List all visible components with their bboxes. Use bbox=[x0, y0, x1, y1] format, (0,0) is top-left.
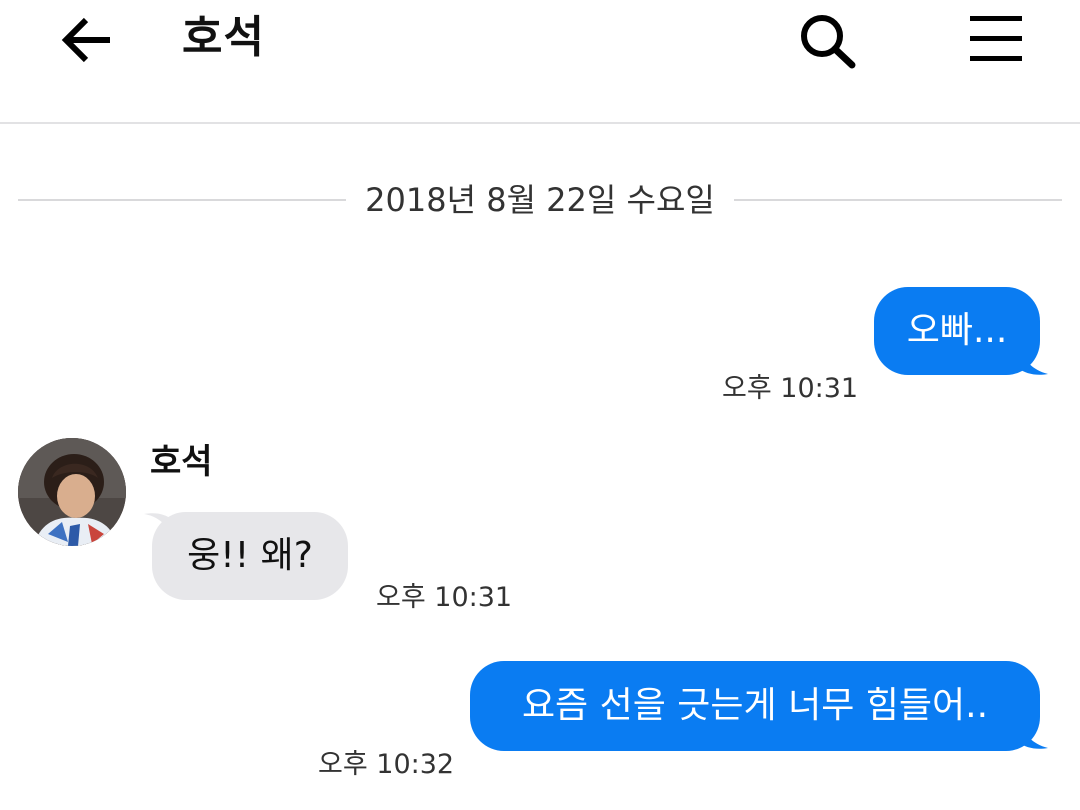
search-button[interactable] bbox=[796, 10, 860, 70]
message-text: 오빠... bbox=[906, 310, 1008, 351]
chat-header: 호석 bbox=[0, 0, 1080, 124]
menu-button[interactable] bbox=[964, 10, 1028, 70]
incoming-message-bubble[interactable]: 웅!! 왜? bbox=[152, 512, 348, 600]
message-time: 오후 10:32 bbox=[318, 749, 455, 780]
chat-screen: 호석 2018년 8월 22일 수요일 오빠... 오후 10:31 호석 웅!… bbox=[0, 0, 1080, 810]
outgoing-message-bubble[interactable]: 오빠... bbox=[874, 287, 1040, 375]
hamburger-menu-icon bbox=[970, 16, 1022, 61]
divider-line-right bbox=[734, 199, 1062, 201]
message-text: 웅!! 왜? bbox=[187, 535, 313, 576]
profile-photo bbox=[18, 438, 126, 546]
outgoing-message-bubble[interactable]: 요즘 선을 긋는게 너무 힘들어.. bbox=[470, 661, 1040, 751]
divider-line-left bbox=[18, 199, 346, 201]
date-divider: 2018년 8월 22일 수요일 bbox=[18, 180, 1062, 220]
search-icon bbox=[801, 15, 856, 69]
bubble-tail bbox=[1018, 346, 1048, 375]
sender-name: 호석 bbox=[150, 442, 213, 482]
bubble-tail bbox=[144, 513, 172, 534]
back-button[interactable] bbox=[58, 12, 118, 68]
message-text: 요즘 선을 긋는게 너무 힘들어.. bbox=[521, 685, 989, 726]
date-label: 2018년 8월 22일 수요일 bbox=[365, 181, 715, 219]
chat-title: 호석 bbox=[182, 12, 265, 63]
arrow-left-icon bbox=[61, 17, 110, 63]
message-time: 오후 10:31 bbox=[722, 373, 859, 404]
message-time: 오후 10:31 bbox=[376, 582, 513, 613]
bubble-tail bbox=[1018, 720, 1048, 749]
avatar[interactable] bbox=[18, 438, 126, 546]
